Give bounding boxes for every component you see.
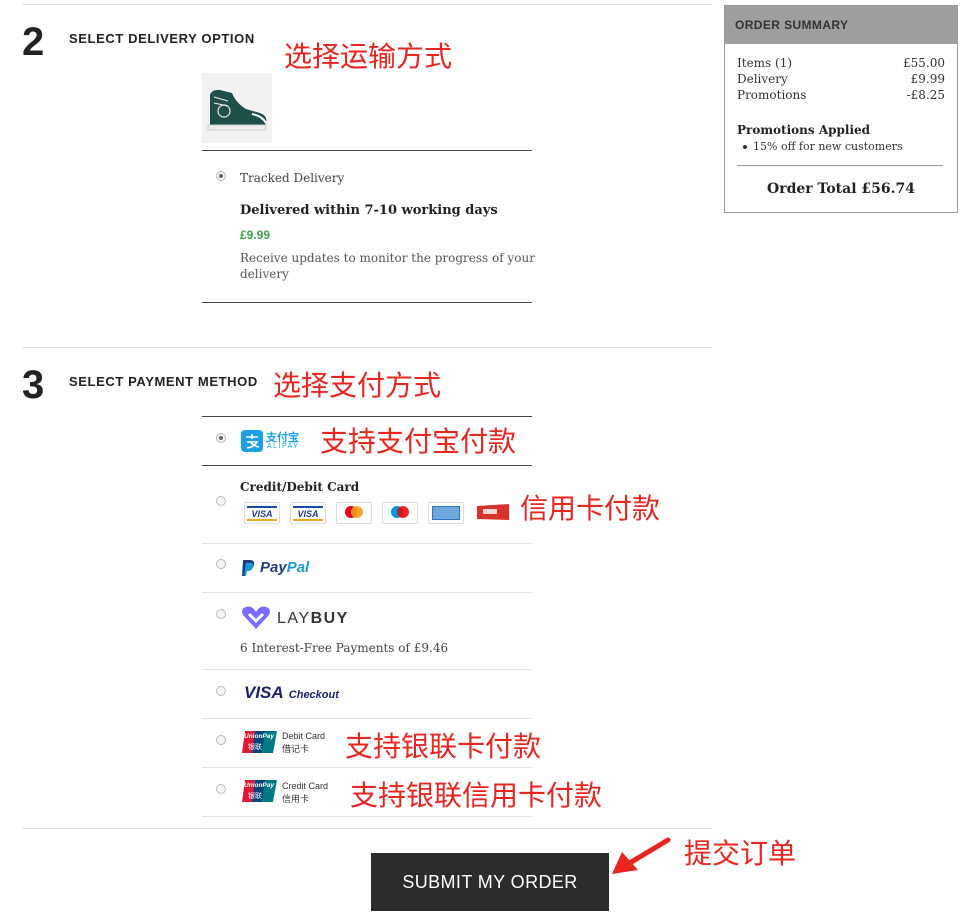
tracked-delivery-radio[interactable] [216,171,226,181]
visa-debit-card-icon: VISA [290,502,326,524]
summary-delivery-value: £9.99 [910,72,945,86]
paypal-logo-pay: PayPal [260,559,310,576]
laybuy-note: 6 Interest-Free Payments of £9.46 [240,641,449,655]
amex-icon [428,502,464,524]
payment-divider-top [202,416,532,417]
unionpay-debit-logo: UnionPay 银联 [242,730,278,754]
visa-checkout-word: Checkout [288,689,339,701]
unionpay-debit-line1: Debit Card [282,731,326,741]
laybuy-heart-icon [242,606,270,629]
product-thumbnail [202,73,272,143]
step-number-payment: 3 [22,363,45,407]
payment-section-title: SELECT PAYMENT METHOD [69,374,258,389]
summary-divider [737,165,943,166]
card-radio[interactable] [216,496,226,506]
unionpay-credit-logo-text: UnionPay [244,782,274,789]
payment-divider-unionpay-credit [202,816,532,817]
annotation-payment: 选择支付方式 [273,369,442,402]
summary-row-promotions: Promotions -£8.25 [737,88,945,102]
delivery-divider-bottom [202,302,532,303]
tracked-delivery-label[interactable]: Tracked Delivery [240,171,344,185]
unionpay-credit-logo-cn: 银联 [248,792,262,800]
summary-promotions-value: -£8.25 [906,88,945,102]
payment-divider-unionpay-debit [202,767,532,768]
visa-checkout-logo: VISA Checkout [244,683,339,703]
alipay-icon [241,430,263,452]
promotion-item: 15% off for new customers [743,140,903,153]
alipay-logo: 支付宝 ALIPAY [241,429,305,453]
delivery-price: £9.99 [240,228,271,242]
laybuy-radio[interactable] [216,609,226,619]
summary-row-delivery: Delivery £9.99 [737,72,945,86]
order-summary-panel: ORDER SUMMARY Items (1) £55.00 Delivery … [724,5,958,213]
laybuy-wordmark: LAYBUY [277,610,349,627]
summary-items-label: Items (1) [737,56,793,70]
visa-card-text: VISA [251,509,273,519]
unionpay-debit-logo-text: UnionPay [244,733,274,740]
annotation-card: 信用卡付款 [520,492,661,525]
order-summary-title: ORDER SUMMARY [725,6,957,44]
payment-divider-visa-checkout [202,718,532,719]
summary-promotions-label: Promotions [737,88,807,102]
delivery-description-line1: Receive updates to monitor the progress … [240,251,535,265]
maestro-icon [382,502,418,524]
summary-delivery-label: Delivery [737,72,788,86]
annotation-submit: 提交订单 [684,837,797,870]
order-total: Order Total £56.74 [767,181,915,197]
annotation-delivery: 选择运输方式 [284,40,453,73]
visa-checkout-visa: VISA [244,683,284,702]
payment-divider-laybuy [202,669,532,670]
summary-row-items: Items (1) £55.00 [737,56,945,70]
bullet-icon [743,145,747,149]
top-divider [22,4,712,5]
submit-order-button[interactable]: SUBMIT MY ORDER [371,853,609,911]
summary-items-value: £55.00 [903,56,945,70]
paypal-icon [242,560,255,576]
payment-divider-card [202,543,532,544]
alipay-logo-en: ALIPAY [267,443,300,450]
unionpay-credit-line2: 信用卡 [282,795,310,805]
unionpay-debit-line2: 借记卡 [282,745,310,755]
payment-divider-paypal [202,592,532,593]
delivery-divider-top [202,150,532,151]
annotation-unionpay-credit: 支持银联信用卡付款 [350,779,603,812]
payment-divider-alipay [202,465,532,466]
unionpay-debit-radio[interactable] [216,735,226,745]
section-divider [22,347,712,348]
alipay-radio[interactable] [216,433,226,443]
delivery-section-title: SELECT DELIVERY OPTION [69,31,255,46]
step-number-delivery: 2 [22,20,45,64]
paypal-radio[interactable] [216,559,226,569]
promotion-item-text: 15% off for new customers [753,140,903,153]
delivery-heading: Delivered within 7-10 working days [240,203,498,218]
visa-card-icon: VISA [244,502,280,524]
annotation-unionpay-debit: 支持银联卡付款 [345,730,542,763]
sneaker-image [207,89,267,131]
unionpay-credit-radio[interactable] [216,784,226,794]
diners-club-icon [475,502,511,522]
unionpay-credit-logo: UnionPay 银联 [242,779,278,803]
delivery-description-line2: delivery [240,267,289,281]
arrow-icon [612,837,671,874]
card-label[interactable]: Credit/Debit Card [240,480,359,494]
promotions-applied-heading: Promotions Applied [737,123,871,137]
unionpay-debit-logo-cn: 银联 [248,743,262,751]
annotation-alipay: 支持支付宝付款 [320,425,517,458]
visa-checkout-radio[interactable] [216,686,226,696]
unionpay-credit-line1: Credit Card [282,781,329,791]
mastercard-icon [336,502,372,524]
visa-debit-card-text: VISA [297,509,319,519]
bottom-divider [22,828,712,829]
